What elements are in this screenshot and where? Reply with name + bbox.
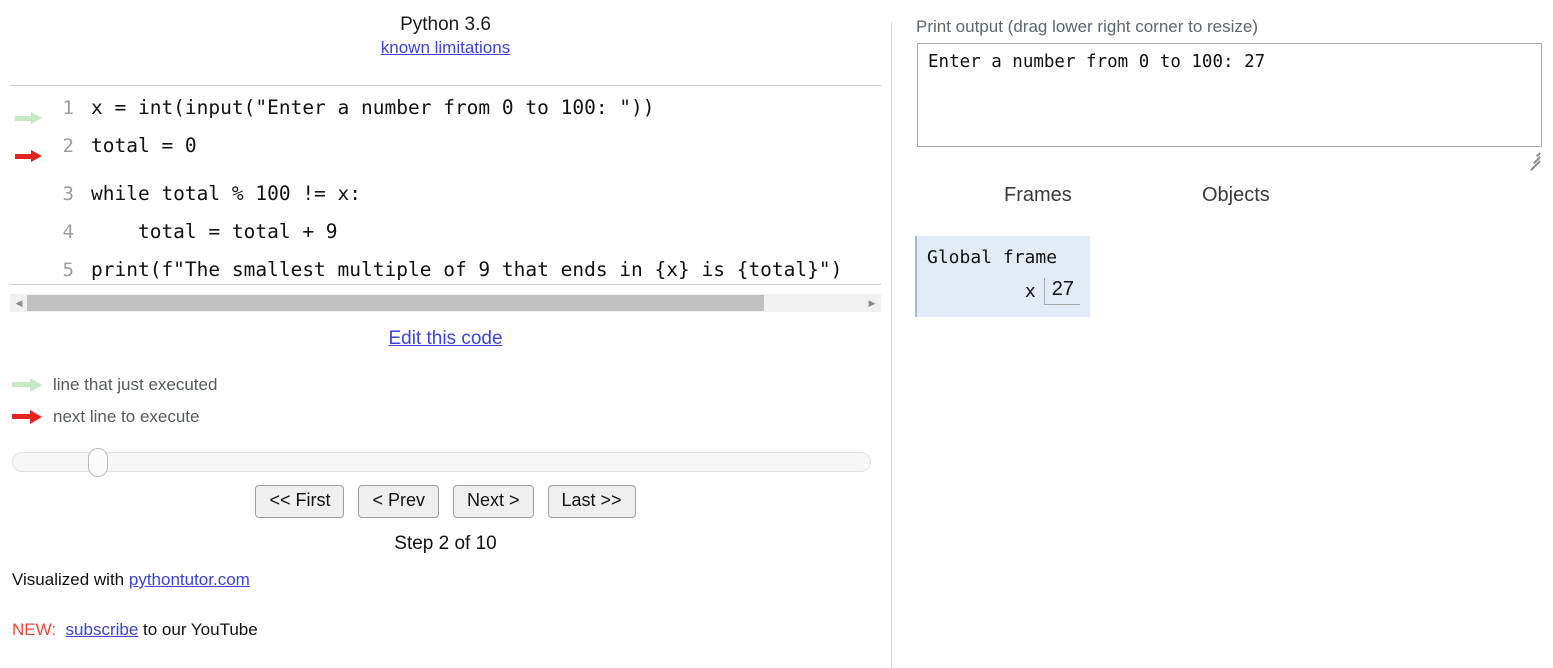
legend-label: next line to execute bbox=[53, 407, 200, 426]
step-slider[interactable] bbox=[12, 448, 871, 477]
edit-this-code-link[interactable]: Edit this code bbox=[388, 328, 502, 349]
slider-handle[interactable] bbox=[88, 448, 108, 477]
visualized-with-text: Visualized with bbox=[12, 570, 129, 589]
first-step-button[interactable]: << First bbox=[255, 485, 345, 518]
next-step-button[interactable]: Next > bbox=[452, 485, 534, 518]
slider-track[interactable] bbox=[12, 452, 871, 472]
code-horizontal-scrollbar[interactable]: ◀ ▶ bbox=[10, 294, 881, 312]
green-arrow-icon bbox=[15, 112, 43, 124]
visualization-pane: Print output (drag lower right corner to… bbox=[892, 0, 1553, 668]
execution-marker-cell bbox=[10, 200, 48, 238]
scroll-left-arrow-icon[interactable]: ◀ bbox=[11, 295, 27, 311]
python-version-title: Python 3.6 bbox=[400, 14, 491, 35]
code-line: 1 x = int(input("Enter a number from 0 t… bbox=[10, 86, 881, 124]
frames-column-header: Frames bbox=[1004, 184, 1072, 206]
code-text: print(f"The smallest multiple of 9 that … bbox=[91, 258, 843, 281]
legend-item-just-executed: line that just executed bbox=[12, 369, 217, 401]
line-number: 5 bbox=[62, 259, 74, 281]
new-badge: NEW: bbox=[12, 620, 57, 639]
pythontutor-link[interactable]: pythontutor.com bbox=[129, 570, 250, 589]
print-output-box[interactable]: Enter a number from 0 to 100: 27 bbox=[917, 43, 1542, 147]
python-tutor-visualizer: Python 3.6 known limitations 1 x = int(i… bbox=[0, 0, 1553, 668]
edit-code-wrap: Edit this code bbox=[0, 328, 891, 350]
variable-value: 27 bbox=[1043, 278, 1080, 305]
last-step-button[interactable]: Last >> bbox=[547, 485, 636, 518]
global-frame: Global frame x 27 bbox=[915, 236, 1090, 317]
execution-legend: line that just executed next line to exe… bbox=[12, 369, 217, 433]
resize-handle-icon[interactable] bbox=[1526, 149, 1541, 170]
execution-marker-cell bbox=[10, 96, 48, 134]
execution-marker-cell bbox=[10, 162, 48, 200]
code-pane: Python 3.6 known limitations 1 x = int(i… bbox=[0, 0, 891, 668]
step-navigation-buttons: << First < Prev Next > Last >> bbox=[0, 485, 891, 518]
subscribe-footer: NEW: subscribe to our YouTube bbox=[12, 620, 258, 640]
line-number: 1 bbox=[62, 97, 74, 119]
red-arrow-icon bbox=[15, 150, 43, 162]
legend-label: line that just executed bbox=[53, 375, 218, 394]
scrollbar-track[interactable] bbox=[27, 295, 864, 311]
green-arrow-icon bbox=[12, 378, 46, 392]
code-line: 4 total = total + 9 bbox=[10, 200, 881, 243]
prev-step-button[interactable]: < Prev bbox=[358, 485, 439, 518]
variable-name: x bbox=[1024, 281, 1036, 302]
frame-title: Global frame bbox=[927, 247, 1058, 268]
subscribe-suffix-text: to our YouTube bbox=[138, 620, 258, 639]
execution-marker-cell bbox=[10, 238, 48, 276]
legend-item-next-line: next line to execute bbox=[12, 401, 217, 433]
scrollbar-thumb[interactable] bbox=[27, 295, 764, 311]
code-line: 5 print(f"The smallest multiple of 9 tha… bbox=[10, 238, 881, 281]
visualized-with-footer: Visualized with pythontutor.com bbox=[12, 570, 250, 590]
step-counter-label: Step 2 of 10 bbox=[394, 533, 497, 554]
scroll-right-arrow-icon[interactable]: ▶ bbox=[864, 295, 880, 311]
code-text: x = int(input("Enter a number from 0 to … bbox=[91, 96, 655, 119]
code-display: 1 x = int(input("Enter a number from 0 t… bbox=[10, 85, 881, 285]
known-limitations-link[interactable]: known limitations bbox=[0, 38, 891, 58]
objects-column-header: Objects bbox=[1202, 184, 1270, 206]
frame-variable-row: x 27 bbox=[927, 278, 1080, 305]
subscribe-link[interactable]: subscribe bbox=[66, 620, 139, 639]
print-output-label: Print output (drag lower right corner to… bbox=[916, 17, 1259, 36]
red-arrow-icon bbox=[12, 410, 46, 424]
